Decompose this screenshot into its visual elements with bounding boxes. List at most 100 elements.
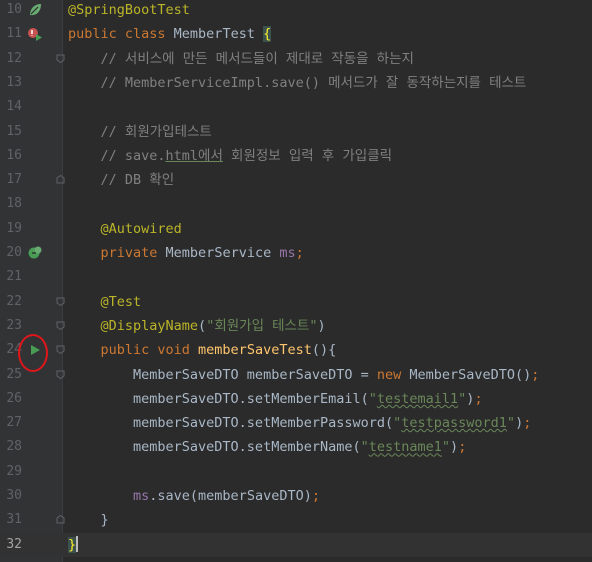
code-token: memberSaveDTO.setMemberPassword( (68, 415, 394, 432)
autowired-bean-icon (28, 246, 42, 259)
code-text: memberSaveDTO.setMemberName("testname1")… (68, 435, 466, 459)
code-token: ; (523, 415, 532, 432)
code-token: ; (295, 245, 304, 261)
code-token: @Autowired (68, 220, 182, 237)
code-line[interactable]: 30 ms.save(memberSaveDTO); (0, 484, 592, 508)
code-token: ) (450, 439, 459, 456)
code-line[interactable]: 27 memberSaveDTO.setMemberPassword("test… (0, 411, 592, 435)
fold-marker-icon[interactable] (56, 345, 65, 355)
run-test-class-icon[interactable] (27, 26, 43, 42)
code-token: " (360, 439, 369, 456)
code-line[interactable]: 24 public void memberSaveTest(){ (0, 338, 592, 362)
code-token: ; (474, 390, 483, 407)
code-token: @Test (68, 293, 142, 310)
code-text: @Test (68, 290, 142, 314)
code-token: testname1 (368, 439, 442, 456)
code-text: // DB 확인 (68, 168, 175, 192)
code-token: .save(memberSaveDTO) (149, 488, 312, 504)
code-token: // save. (68, 147, 166, 164)
code-text: memberSaveDTO.setMemberPassword("testpas… (68, 411, 531, 435)
line-number: 19 (6, 220, 22, 236)
code-token: private (68, 245, 166, 261)
code-line[interactable]: 19 @Autowired (0, 217, 592, 241)
code-token: ) (317, 317, 326, 334)
fold-marker-icon[interactable] (56, 297, 65, 306)
code-line[interactable]: 13 // MemberServiceImpl.save() 메서드가 잘 동작… (0, 71, 592, 95)
line-number: 30 (6, 488, 22, 503)
line-number: 21 (6, 269, 22, 285)
code-token: " (441, 439, 451, 456)
code-token: 회원정보 입력 후 가입클릭 (222, 147, 393, 164)
code-line[interactable]: 12 // 서비스에 만든 메서드들이 제대로 작동을 하는지 (0, 47, 592, 71)
code-line[interactable]: 32} (0, 532, 592, 557)
code-token: " (368, 390, 377, 407)
line-number: 28 (6, 439, 22, 455)
run-button-highlight-circle (18, 334, 48, 372)
text-caret (76, 535, 79, 552)
code-token: html에서 (165, 147, 223, 164)
code-token: ; (311, 488, 320, 504)
fold-marker-icon[interactable] (56, 54, 65, 63)
code-line[interactable]: 15 // 회원가입테스트 (0, 120, 592, 144)
code-token: public class (68, 26, 174, 43)
code-token: @SpringBootTest (68, 2, 190, 18)
line-number: 31 (6, 512, 22, 528)
fold-marker-icon[interactable] (56, 370, 65, 379)
code-line[interactable]: 28 memberSaveDTO.setMemberName("testname… (0, 435, 592, 459)
fold-marker-icon[interactable] (56, 515, 65, 524)
code-token: ms (279, 245, 296, 261)
code-line[interactable]: 11 public class MemberTest { (0, 22, 592, 46)
code-text: MemberSaveDTO memberSaveDTO = new Member… (68, 363, 539, 387)
code-token: new (376, 366, 410, 383)
code-line[interactable]: 21 (0, 265, 592, 289)
code-line[interactable]: 22 @Test (0, 290, 592, 314)
code-token: memberSaveDTO.setMemberEmail( (68, 390, 369, 407)
code-token: ; (458, 439, 467, 456)
code-text: public void memberSaveTest(){ (68, 338, 337, 362)
code-line[interactable]: 18 (0, 192, 592, 216)
code-line[interactable]: 29 (0, 460, 592, 484)
code-token: } (68, 536, 77, 553)
line-number: 11 (6, 26, 22, 42)
code-line[interactable]: 23 @DisplayName("회원가입 테스트") (0, 314, 592, 338)
code-line[interactable]: 25 MemberSaveDTO memberSaveDTO = new Mem… (0, 363, 592, 387)
code-token: public void (68, 342, 199, 359)
code-token: " (506, 415, 516, 432)
code-line[interactable]: 16 // save.html에서 회원정보 입력 후 가입클릭 (0, 144, 592, 168)
code-editor[interactable]: 10 @SpringBootTest 11 public class MemberTe… (0, 0, 592, 562)
code-token: memberSaveTest (198, 342, 312, 359)
code-text: public class MemberTest { (68, 22, 272, 46)
code-text: @Autowired (68, 217, 182, 241)
line-number: 12 (6, 50, 22, 66)
line-number: 13 (6, 74, 22, 90)
code-token: // DB 확인 (68, 172, 175, 189)
fold-marker-icon[interactable] (56, 321, 65, 330)
code-line[interactable]: 26 memberSaveDTO.setMemberEmail("testema… (0, 387, 592, 411)
spring-bean-icon (30, 4, 41, 16)
line-number: 15 (6, 123, 22, 139)
code-line[interactable]: 20 private MemberService ms; (0, 241, 592, 265)
line-number: 17 (6, 172, 22, 188)
code-line[interactable]: 10 @SpringBootTest (0, 0, 592, 22)
line-number: 32 (6, 536, 22, 552)
code-text: ms.save(memberSaveDTO); (68, 484, 320, 508)
code-line[interactable]: 31 } (0, 508, 592, 532)
code-text: // save.html에서 회원정보 입력 후 가입클릭 (68, 144, 393, 168)
code-line[interactable]: 17 // DB 확인 (0, 168, 592, 192)
code-token: MemberSaveDTO() (409, 366, 532, 383)
line-number: 16 (6, 147, 22, 163)
line-number: 22 (6, 293, 22, 309)
line-number: 18 (6, 196, 22, 212)
code-text: @DisplayName("회원가입 테스트") (68, 314, 326, 338)
line-number: 23 (6, 317, 22, 333)
fold-marker-icon[interactable] (56, 175, 65, 184)
code-line[interactable]: 14 (0, 95, 592, 119)
code-text: // 회원가입테스트 (68, 120, 212, 144)
code-token: // MemberServiceImpl.save() 메서드가 잘 동작하는지… (68, 74, 527, 91)
code-token: "회원가입 테스트" (206, 317, 318, 334)
line-number: 14 (6, 99, 22, 115)
code-token: // 서비스에 만든 메서드들이 제대로 작동을 하는지 (68, 50, 414, 67)
code-token: ; (531, 366, 540, 383)
code-token: (){ (311, 342, 337, 359)
code-token: ) (515, 415, 524, 432)
